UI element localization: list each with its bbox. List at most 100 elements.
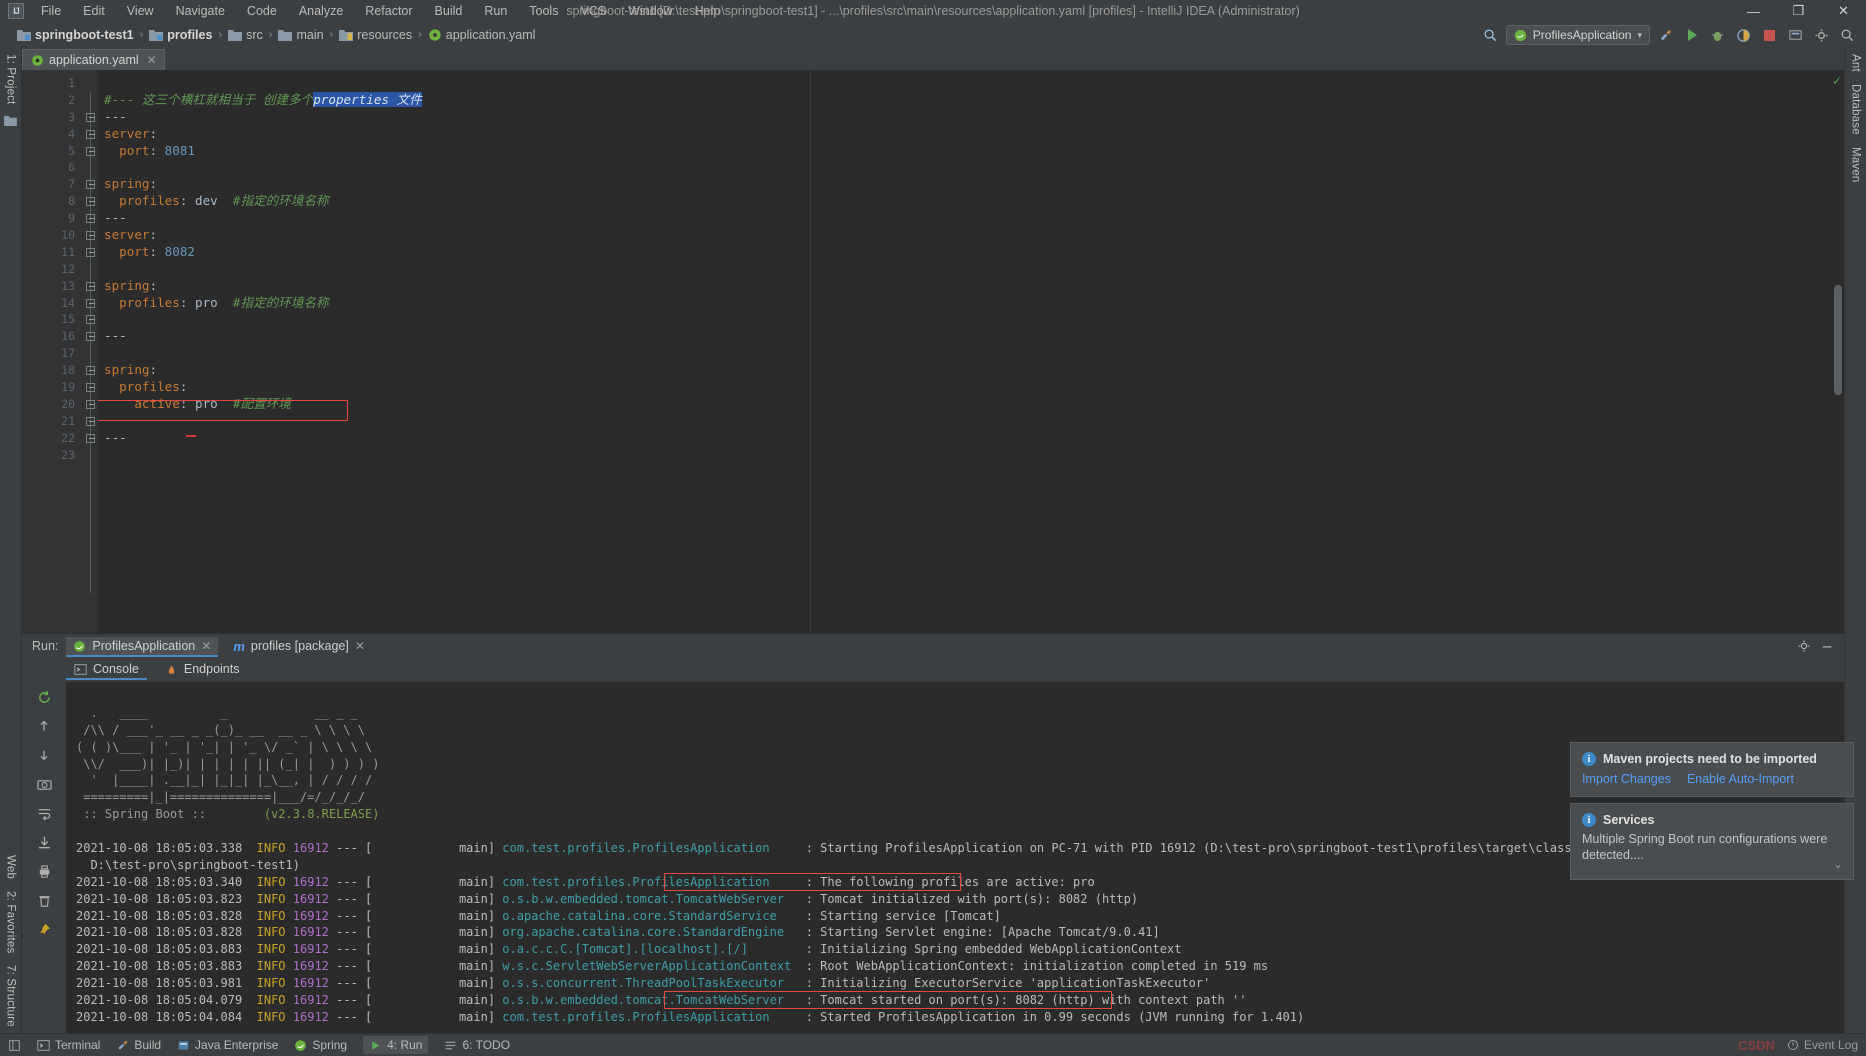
menu-item-edit[interactable]: Edit [72, 1, 116, 21]
code-editor[interactable]: 1 2 3 4 5 6 7 8 9 10 11 12 13 14 15 16 17 18 19 20 21 22 23 #-… [22, 70, 1844, 633]
editor-tab-application-yaml[interactable]: application.yaml ✕ [22, 49, 165, 70]
breadcrumb-item-springboot-test1[interactable]: springboot-test1 [14, 27, 137, 43]
sidebar-item-database[interactable]: Database [1848, 78, 1864, 141]
stop-button[interactable] [1759, 25, 1780, 46]
close-icon[interactable]: ✕ [147, 53, 157, 67]
fold-collapse-icon[interactable] [86, 298, 95, 308]
fold-marker[interactable] [84, 328, 98, 345]
menu-item-code[interactable]: Code [236, 1, 288, 21]
run-tab-profiles-package[interactable]: m profiles [package] ✕ [226, 637, 372, 656]
status-item-6-todo[interactable]: 6: TODO [444, 1038, 510, 1052]
menu-item-window[interactable]: Window [617, 1, 683, 21]
fold-collapse-icon[interactable] [86, 315, 95, 325]
tab-console[interactable]: Console [66, 660, 147, 680]
scroll-up-icon[interactable] [31, 715, 57, 737]
updates-icon[interactable] [1785, 25, 1806, 46]
code-line[interactable] [98, 75, 1844, 92]
console-log-line[interactable]: 2021-10-08 18:05:03.883 INFO 16912 --- [… [76, 958, 1844, 975]
editor-scrollbar-thumb[interactable] [1834, 285, 1842, 395]
code-content[interactable]: #--- 这三个横杠就相当于 创建多个properties 文件 --- serve… [98, 70, 1844, 633]
menu-item-run[interactable]: Run [473, 1, 518, 21]
breadcrumb-item-profiles[interactable]: profiles [146, 27, 215, 43]
search-everywhere-icon[interactable] [1480, 25, 1501, 46]
notification-services[interactable]: i Services Multiple Spring Boot run conf… [1570, 803, 1854, 880]
sidebar-item-project[interactable]: 1: Project [3, 48, 19, 111]
menu-item-vcs[interactable]: VCS [569, 1, 617, 21]
code-line[interactable]: spring: [98, 362, 1844, 379]
run-with-coverage-button[interactable] [1733, 25, 1754, 46]
code-line[interactable]: --- [98, 109, 1844, 126]
fold-marker[interactable] [84, 278, 98, 295]
code-line[interactable] [98, 447, 1844, 464]
status-item-java-enterprise[interactable]: Java Enterprise [177, 1038, 278, 1052]
fold-marker[interactable] [84, 176, 98, 193]
fold-marker[interactable] [84, 143, 98, 160]
menu-item-view[interactable]: View [116, 1, 165, 21]
code-line[interactable] [98, 311, 1844, 328]
print-icon[interactable] [31, 860, 57, 882]
fold-marker[interactable] [84, 413, 98, 430]
fold-marker[interactable] [84, 379, 98, 396]
sidebar-item-ant[interactable]: Ant [1848, 48, 1864, 78]
menu-item-help[interactable]: Help [684, 1, 732, 21]
fold-marker[interactable] [84, 210, 98, 227]
code-line[interactable] [98, 345, 1844, 362]
rerun-icon[interactable] [31, 686, 57, 708]
trash-icon[interactable] [31, 889, 57, 911]
close-button[interactable]: ✕ [1821, 0, 1866, 22]
console-log-line[interactable]: 2021-10-08 18:05:03.823 INFO 16912 --- [… [76, 891, 1844, 908]
fold-collapse-icon[interactable] [86, 399, 95, 409]
breadcrumb-item-resources[interactable]: resources [336, 27, 415, 43]
run-tab-profilesapplication[interactable]: ProfilesApplication ✕ [66, 637, 219, 657]
minimize-icon[interactable] [1820, 639, 1834, 653]
gear-icon[interactable] [1811, 25, 1832, 46]
code-line[interactable]: active: pro #配置环境 [98, 396, 1844, 413]
console-log-line[interactable]: 2021-10-08 18:05:04.079 INFO 16912 --- [… [76, 991, 1844, 1010]
code-folding-gutter[interactable] [84, 70, 98, 633]
code-line[interactable]: --- [98, 328, 1844, 345]
soft-wrap-icon[interactable] [31, 802, 57, 824]
fold-marker[interactable] [84, 430, 98, 447]
code-line[interactable] [98, 413, 1844, 430]
close-icon[interactable]: ✕ [201, 639, 211, 653]
sidebar-item-structure[interactable]: 7: Structure [3, 959, 19, 1033]
fold-collapse-icon[interactable] [86, 146, 95, 156]
console-log-line[interactable]: 2021-10-08 18:05:03.883 INFO 16912 --- [… [76, 941, 1844, 958]
fold-collapse-icon[interactable] [86, 332, 95, 342]
status-item-event-log[interactable]: Event Log [1787, 1038, 1858, 1052]
fold-collapse-icon[interactable] [86, 129, 95, 139]
fold-marker[interactable] [84, 126, 98, 143]
menu-item-refactor[interactable]: Refactor [354, 1, 423, 21]
fold-marker[interactable] [84, 244, 98, 261]
fold-collapse-icon[interactable] [86, 214, 95, 224]
fold-marker[interactable] [84, 109, 98, 126]
status-item-4-run[interactable]: 4: Run [363, 1036, 429, 1054]
fold-collapse-icon[interactable] [86, 366, 95, 376]
fold-collapse-icon[interactable] [86, 197, 95, 207]
screenshot-icon[interactable] [31, 773, 57, 795]
fold-marker[interactable] [84, 362, 98, 379]
menu-bar[interactable]: File Edit View Navigate Code Analyze Refactor B… [30, 1, 731, 21]
stripe-button-icon[interactable] [8, 1039, 21, 1052]
fold-collapse-icon[interactable] [86, 416, 95, 426]
run-button[interactable] [1681, 25, 1702, 46]
code-line[interactable]: server: [98, 126, 1844, 143]
debug-button[interactable] [1707, 25, 1728, 46]
editor-scrollbar[interactable]: ✓ [1831, 70, 1844, 633]
gear-icon[interactable] [1797, 639, 1811, 653]
fold-marker[interactable] [84, 311, 98, 328]
fold-marker[interactable] [84, 295, 98, 312]
code-line[interactable]: --- [98, 430, 1844, 447]
fold-marker[interactable] [84, 396, 98, 413]
minimize-button[interactable]: — [1731, 0, 1776, 22]
console-log-line[interactable]: 2021-10-08 18:05:03.828 INFO 16912 --- [… [76, 908, 1844, 925]
breadcrumb-item-src[interactable]: src [225, 27, 266, 43]
status-item-terminal[interactable]: Terminal [37, 1038, 100, 1052]
code-line[interactable]: profiles: [98, 379, 1844, 396]
code-line[interactable]: spring: [98, 278, 1844, 295]
breadcrumb-item-main[interactable]: main [275, 27, 326, 43]
code-line[interactable]: server: [98, 227, 1844, 244]
status-item-spring[interactable]: Spring [294, 1038, 347, 1052]
window-controls[interactable]: — ❐ ✕ [1731, 0, 1866, 22]
fold-marker[interactable] [84, 227, 98, 244]
